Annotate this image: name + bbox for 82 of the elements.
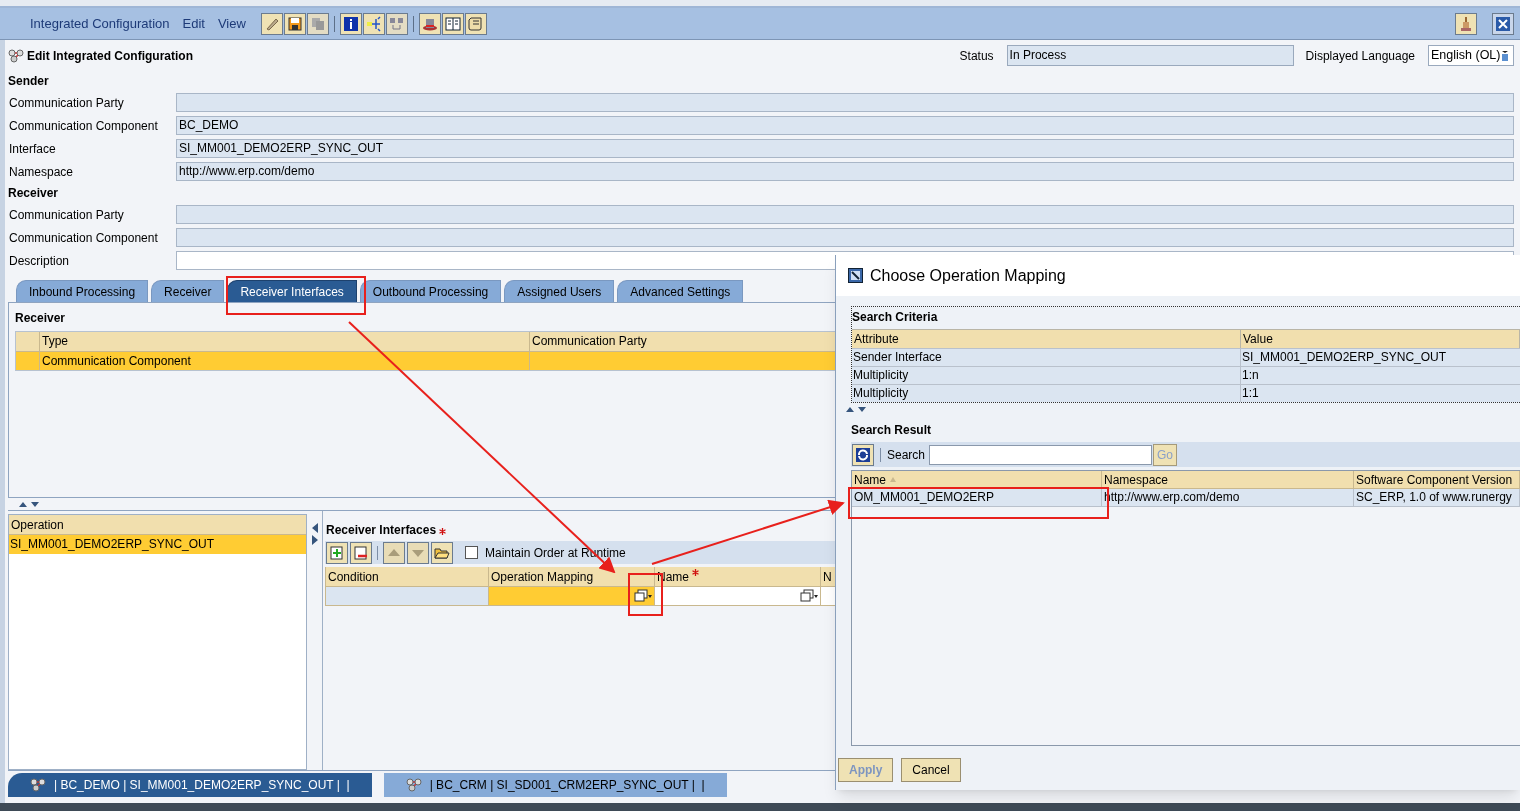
- document-tab[interactable]: | BC_DEMO | SI_MM001_DEMO2ERP_SYNC_OUT | |: [8, 773, 372, 797]
- search-field[interactable]: [929, 444, 1153, 465]
- book-icon[interactable]: [441, 12, 464, 35]
- column-header[interactable]: Namespace: [1102, 471, 1354, 489]
- field-label: Description: [8, 252, 71, 270]
- collapse-arrows-icon[interactable]: [311, 523, 318, 545]
- table-cell: Multiplicity: [852, 366, 1241, 384]
- field-label: Status: [959, 47, 994, 65]
- column-label: N: [823, 568, 832, 586]
- table-cell: SI_MM001_DEMO2ERP_SYNC_OUT: [1241, 348, 1520, 366]
- tab[interactable]: Inbound Processing: [16, 280, 149, 302]
- remove-row-icon[interactable]: [350, 541, 372, 564]
- table-cell[interactable]: OM_MM001_DEMO2ERP: [852, 489, 1102, 507]
- field-label: Interface: [8, 140, 57, 158]
- tab[interactable]: Advanced Settings: [617, 280, 744, 302]
- column-header: [16, 332, 40, 351]
- pin-icon[interactable]: [1455, 12, 1477, 35]
- field-label: Communication Component: [8, 117, 159, 135]
- field-label: Search: [887, 446, 926, 464]
- field-label: Namespace: [8, 163, 75, 181]
- window-icon: [848, 268, 863, 283]
- table-cell-input[interactable]: [655, 587, 821, 606]
- column-header: Operation: [9, 515, 306, 535]
- dropdown-icon: [1501, 50, 1510, 61]
- edit-icon[interactable]: [260, 12, 283, 35]
- column-label: Condition: [328, 568, 379, 586]
- hat-icon[interactable]: [418, 12, 441, 35]
- table-cell[interactable]: SC_ERP, 1.0 of www.runergy: [1354, 489, 1520, 507]
- refresh-icon[interactable]: [852, 443, 874, 466]
- menu-item[interactable]: Integrated Configuration: [30, 13, 170, 34]
- add-row-icon[interactable]: [326, 541, 348, 564]
- field-label: Communication Party: [8, 94, 125, 112]
- section-heading: Receiver: [15, 310, 66, 327]
- list-item[interactable]: SI_MM001_DEMO2ERP_SYNC_OUT: [9, 535, 306, 554]
- document-tab[interactable]: | BC_CRM | SI_SD001_CRM2ERP_SYNC_OUT | |: [383, 773, 727, 797]
- tab[interactable]: Outbound Processing: [359, 280, 502, 302]
- move-up-icon[interactable]: [383, 541, 405, 564]
- page-title: Edit Integrated Configuration: [27, 47, 193, 65]
- table-cell-input[interactable]: [489, 587, 655, 606]
- config-icon: [30, 778, 46, 792]
- table-cell: Multiplicity: [852, 384, 1241, 402]
- collapse-arrows-icon[interactable]: [18, 500, 42, 508]
- section-heading: Search Result: [851, 422, 932, 439]
- language-dropdown[interactable]: English (OL): [1428, 45, 1514, 66]
- dialog-title: Choose Operation Mapping: [870, 265, 1066, 286]
- value-help-icon[interactable]: [634, 589, 652, 603]
- close-icon[interactable]: [1492, 12, 1514, 35]
- scroll-icon[interactable]: [464, 12, 487, 35]
- value-help-icon[interactable]: [800, 589, 818, 603]
- tab[interactable]: Receiver Interfaces: [227, 280, 357, 302]
- column-label[interactable]: Name: [854, 471, 886, 488]
- move-down-icon[interactable]: [407, 541, 429, 564]
- column-header: Value: [1241, 329, 1520, 348]
- section-heading: Receiver: [8, 185, 59, 202]
- checkbox[interactable]: [465, 546, 478, 559]
- table-cell: 1:1: [1241, 384, 1520, 402]
- table-cell: 1:n: [1241, 366, 1520, 384]
- column-header: Attribute: [852, 329, 1241, 348]
- menu-item[interactable]: Edit: [182, 13, 205, 34]
- section-heading: Sender: [8, 73, 49, 90]
- table-cell: Sender Interface: [852, 348, 1241, 366]
- column-label: Operation Mapping: [491, 568, 594, 586]
- open-folder-icon[interactable]: [431, 541, 453, 564]
- section-heading: Search Criteria: [852, 309, 938, 326]
- field-label: Communication Party: [8, 206, 125, 224]
- table-cell: Communication Component: [40, 351, 530, 370]
- dialog-button[interactable]: Cancel: [901, 758, 961, 782]
- collapse-arrows-icon[interactable]: [845, 405, 869, 413]
- field-label: Displayed Language: [1305, 47, 1415, 65]
- section-heading: Receiver Interfaces: [326, 522, 437, 539]
- config-icon: [8, 48, 24, 63]
- tab[interactable]: Receiver: [151, 280, 225, 302]
- config-icon: [405, 778, 422, 792]
- compare-icon[interactable]: [385, 12, 408, 35]
- column-header: Type: [40, 332, 530, 351]
- field-label: Communication Component: [8, 229, 159, 247]
- column-label[interactable]: Namespace: [1104, 471, 1169, 488]
- tab[interactable]: Assigned Users: [504, 280, 615, 302]
- info-icon[interactable]: [339, 12, 362, 35]
- menu-item[interactable]: View: [217, 13, 246, 34]
- status-field: In Process: [1006, 45, 1294, 66]
- save-icon[interactable]: [283, 12, 306, 35]
